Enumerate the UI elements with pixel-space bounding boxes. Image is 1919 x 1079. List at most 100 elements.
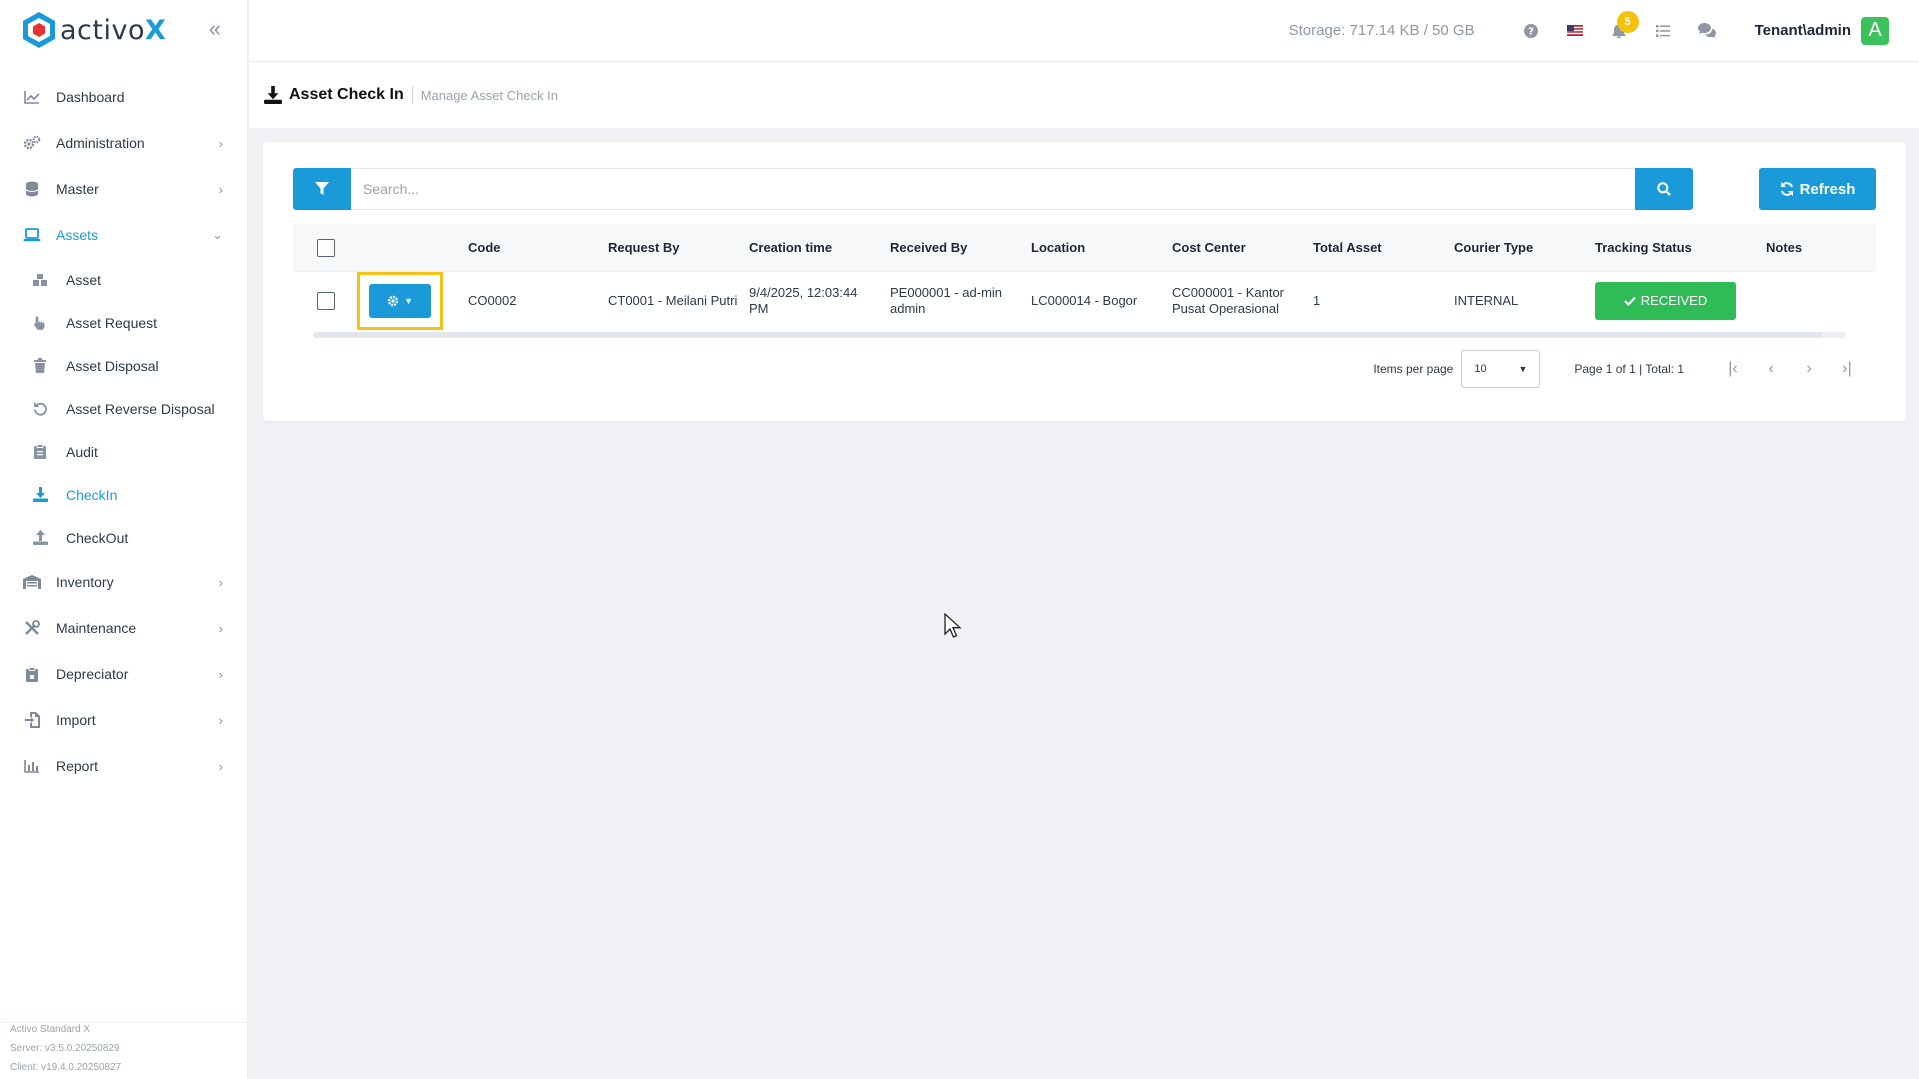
sidebar-subitem-checkout[interactable]: CheckOut: [0, 516, 247, 559]
search-input[interactable]: [351, 168, 1635, 210]
sidebar-item-label: Report: [56, 758, 99, 774]
search-button[interactable]: [1635, 168, 1693, 210]
next-page-icon[interactable]: ›: [1790, 360, 1828, 378]
sidebar-subitem-label: Asset Reverse Disposal: [66, 400, 215, 417]
column-header-location[interactable]: Location: [1031, 240, 1172, 256]
sidebar-item-label: Master: [56, 181, 99, 197]
column-header-received-by[interactable]: Received By: [890, 240, 1031, 256]
sidebar-subitem-checkin[interactable]: CheckIn: [0, 473, 247, 516]
sidebar-item-assets[interactable]: Assets ⌄: [0, 212, 247, 258]
page-subtitle: Manage Asset Check In: [420, 87, 559, 103]
items-per-page-select[interactable]: 10 ▼: [1461, 350, 1541, 388]
gears-icon: [22, 134, 42, 152]
warehouse-icon: [22, 573, 42, 591]
column-header-courier-type[interactable]: Courier Type: [1454, 240, 1595, 256]
scrollbar-thumb[interactable]: [313, 332, 1823, 338]
sidebar: activoX « Dashboard Administration › Mas…: [0, 0, 248, 1079]
refresh-button[interactable]: Refresh: [1759, 168, 1876, 210]
help-icon[interactable]: ?: [1521, 21, 1541, 41]
sidebar-item-label: Inventory: [56, 574, 114, 590]
gear-icon: [387, 295, 399, 307]
sidebar-item-dashboard[interactable]: Dashboard: [0, 74, 247, 120]
bell-icon[interactable]: 5: [1609, 10, 1639, 41]
caret-down-icon: ▼: [404, 296, 413, 306]
prev-page-icon[interactable]: ‹: [1752, 360, 1790, 378]
column-header-code[interactable]: Code: [468, 240, 608, 256]
column-header-creation-time[interactable]: Creation time: [749, 240, 890, 256]
filter-button[interactable]: [293, 168, 351, 210]
cell-courier-type: INTERNAL: [1454, 293, 1519, 308]
sidebar-subitem-label: CheckIn: [66, 486, 118, 503]
cell-tracking-status: RECEIVED: [1595, 282, 1766, 320]
chevron-right-icon: ›: [218, 758, 223, 774]
column-header-notes[interactable]: Notes: [1766, 240, 1866, 256]
sidebar-item-report[interactable]: Report ›: [0, 743, 247, 789]
row-select-cell: [293, 292, 365, 310]
avatar[interactable]: A: [1861, 16, 1889, 45]
user-name[interactable]: Tenant\admin: [1755, 22, 1851, 39]
sidebar-subitem-asset-request[interactable]: Asset Request: [0, 301, 247, 344]
search-bar: [293, 168, 1693, 210]
sidebar-item-master[interactable]: Master ›: [0, 166, 247, 212]
sidebar-item-label: Dashboard: [56, 89, 125, 105]
cell-total-asset: 1: [1313, 293, 1321, 308]
horizontal-scrollbar[interactable]: [313, 332, 1846, 338]
sidebar-subitem-asset-reverse-disposal[interactable]: Asset Reverse Disposal: [0, 387, 247, 430]
first-page-icon[interactable]: |‹: [1714, 360, 1752, 378]
sidebar-item-label: Import: [56, 712, 96, 728]
mouse-cursor-icon: [944, 613, 962, 638]
collapse-sidebar-icon[interactable]: «: [209, 18, 221, 40]
chevron-right-icon: ›: [218, 135, 223, 151]
select-all-checkbox[interactable]: [317, 238, 335, 257]
sidebar-item-administration[interactable]: Administration ›: [0, 120, 247, 166]
sidebar-item-label: Maintenance: [56, 620, 137, 636]
cubes-icon: [32, 272, 48, 288]
download-icon: [32, 487, 48, 503]
us-flag-icon[interactable]: [1565, 21, 1585, 41]
sidebar-subitem-audit[interactable]: Audit: [0, 430, 247, 473]
sidebar-subitem-label: Asset: [66, 271, 102, 288]
cell-request-by: CT0001 - Meilani Putri: [608, 293, 738, 308]
page-info: Page 1 of 1 | Total: 1: [1574, 362, 1684, 376]
column-header-request-by[interactable]: Request By: [608, 240, 749, 256]
sidebar-subitem-label: CheckOut: [66, 529, 129, 546]
sidebar-item-inventory[interactable]: Inventory ›: [0, 559, 247, 605]
sidebar-item-maintenance[interactable]: Maintenance ›: [0, 605, 247, 651]
column-header-total-asset[interactable]: Total Asset: [1313, 240, 1454, 256]
brand[interactable]: activoX «: [0, 0, 247, 60]
chevron-right-icon: ›: [218, 712, 223, 728]
chat-icon[interactable]: [1697, 21, 1717, 41]
last-page-icon[interactable]: ›|: [1828, 360, 1866, 378]
checkin-table: Code Request By Creation time Received B…: [293, 224, 1876, 330]
checkin-card: Refresh Code Request By Creation time Re…: [263, 142, 1906, 421]
download-icon: [263, 85, 283, 105]
search-icon: [1657, 182, 1671, 196]
refresh-icon: [1780, 182, 1793, 196]
sidebar-subitem-label: Asset Disposal: [66, 357, 159, 374]
svg-text:?: ?: [1528, 26, 1534, 37]
column-header-cost-center[interactable]: Cost Center: [1172, 240, 1313, 256]
sidebar-subitem-asset[interactable]: Asset: [0, 258, 247, 301]
undo-icon: [32, 401, 48, 417]
sidebar-subitem-label: Audit: [66, 443, 98, 460]
task-list-icon[interactable]: [1653, 21, 1673, 41]
storage-usage: Storage: 717.14 KB / 50 GB: [1288, 22, 1475, 39]
version-client: Client: v19.4.0.20250827: [10, 1062, 122, 1073]
upload-icon: [32, 530, 48, 546]
sidebar-item-import[interactable]: Import ›: [0, 697, 247, 743]
sidebar-item-depreciator[interactable]: Depreciator ›: [0, 651, 247, 697]
cell-cost-center: CC000001 - Kantor Pusat Operasional: [1172, 285, 1285, 316]
column-header-tracking-status[interactable]: Tracking Status: [1595, 240, 1766, 256]
cell-code: CO0002: [468, 293, 517, 308]
page-title: Asset Check In: [289, 86, 404, 103]
page-header: Asset Check In Manage Asset Check In: [249, 62, 1919, 128]
row-checkbox[interactable]: [317, 292, 335, 310]
table-header: Code Request By Creation time Received B…: [293, 224, 1876, 272]
sidebar-subitem-asset-disposal[interactable]: Asset Disposal: [0, 344, 247, 387]
status-badge: RECEIVED: [1595, 282, 1736, 320]
top-header: Storage: 717.14 KB / 50 GB ? 5 Tenant\ad…: [249, 0, 1919, 62]
cell-location: LC000014 - Bogor: [1031, 293, 1138, 308]
row-action-dropdown-button[interactable]: ▼: [369, 284, 431, 318]
select-all-cell: [293, 238, 365, 257]
items-per-page-value: 10: [1474, 363, 1487, 375]
